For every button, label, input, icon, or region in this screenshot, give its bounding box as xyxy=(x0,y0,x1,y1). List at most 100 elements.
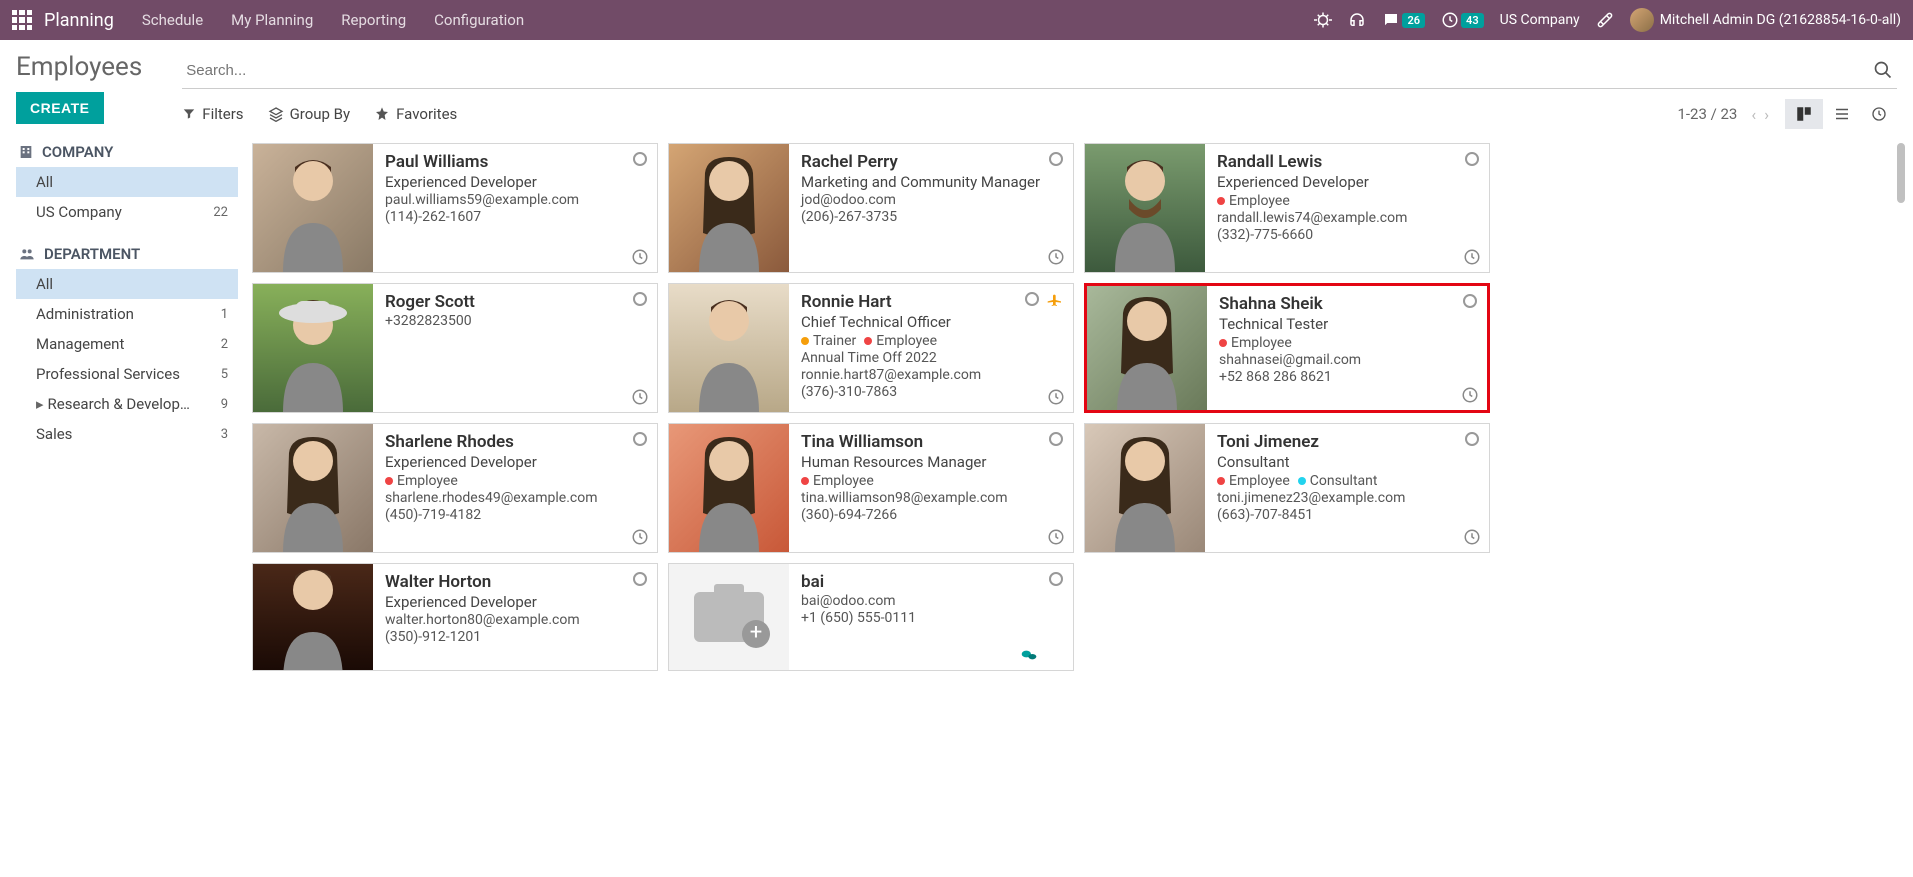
apps-icon[interactable] xyxy=(12,10,32,30)
status-circle[interactable] xyxy=(1463,294,1477,308)
search-bar xyxy=(182,52,1897,89)
employee-card[interactable]: Tina Williamson Human Resources Manager … xyxy=(668,423,1074,553)
employee-line: (376)-310-7863 xyxy=(801,384,1061,400)
employee-avatar xyxy=(1085,144,1205,272)
employee-tag: Employee xyxy=(1217,473,1290,489)
filter-row: Filters Group By Favorites 1-23 / 23 ‹ › xyxy=(182,89,1897,135)
employee-tag: Employee xyxy=(801,473,874,489)
status-circle[interactable] xyxy=(1049,152,1063,166)
activity-clock-icon[interactable] xyxy=(631,528,649,546)
activity-clock-icon[interactable] xyxy=(1461,386,1479,404)
employee-card[interactable]: Rachel Perry Marketing and Community Man… xyxy=(668,143,1074,273)
sidebar-department-item[interactable]: Management2 xyxy=(16,329,238,359)
tools-icon[interactable] xyxy=(1596,11,1614,29)
view-kanban[interactable] xyxy=(1785,99,1823,129)
employee-name: Shahna Sheik xyxy=(1219,294,1475,314)
bug-icon[interactable] xyxy=(1314,11,1332,29)
employee-avatar xyxy=(669,564,789,670)
employee-avatar xyxy=(1085,424,1205,552)
employee-line: (360)-694-7266 xyxy=(801,507,1061,523)
user-name: Mitchell Admin DG (21628854-16-0-all) xyxy=(1660,12,1901,28)
employee-avatar xyxy=(253,424,373,552)
scrollbar-thumb[interactable] xyxy=(1897,143,1905,203)
employee-card[interactable]: Paul Williams Experienced Developer paul… xyxy=(252,143,658,273)
employee-card[interactable]: Roger Scott +3282823500 xyxy=(252,283,658,413)
employee-card[interactable]: Ronnie Hart Chief Technical Officer Trai… xyxy=(668,283,1074,413)
filters-button[interactable]: Filters xyxy=(182,105,243,123)
view-activity[interactable] xyxy=(1861,99,1897,129)
sidebar-department-all[interactable]: All xyxy=(16,269,238,299)
activity-clock-icon[interactable] xyxy=(631,248,649,266)
favorites-button[interactable]: Favorites xyxy=(374,105,457,123)
status-circle[interactable] xyxy=(633,292,647,306)
employee-title: Experienced Developer xyxy=(385,453,645,471)
activity-clock-icon[interactable] xyxy=(1047,248,1065,266)
employee-line: (350)-912-1201 xyxy=(385,629,645,645)
activity-clock-icon[interactable] xyxy=(1047,528,1065,546)
create-button[interactable]: CREATE xyxy=(16,92,104,124)
chat-icon[interactable]: 26 xyxy=(1382,11,1425,29)
activity-clock-icon[interactable] xyxy=(631,388,649,406)
sidebar-department-item[interactable]: Administration1 xyxy=(16,299,238,329)
employee-name: Paul Williams xyxy=(385,152,645,172)
employee-line: walter.horton80@example.com xyxy=(385,612,645,628)
status-circle[interactable] xyxy=(633,432,647,446)
sidebar-company-all[interactable]: All xyxy=(16,167,238,197)
employee-avatar xyxy=(253,144,373,272)
nav-schedule[interactable]: Schedule xyxy=(142,11,203,29)
employee-line: (332)-775-6660 xyxy=(1217,227,1477,243)
status-circle[interactable] xyxy=(1049,572,1063,586)
activity-clock-icon[interactable] xyxy=(1463,528,1481,546)
sidebar-department-item[interactable]: Sales3 xyxy=(16,419,238,449)
employee-card[interactable]: Randall Lewis Experienced Developer Empl… xyxy=(1084,143,1490,273)
chat-icon[interactable] xyxy=(1019,648,1039,664)
employee-title: Experienced Developer xyxy=(1217,173,1477,191)
app-brand[interactable]: Planning xyxy=(44,10,114,31)
groupby-button[interactable]: Group By xyxy=(268,105,351,123)
employee-tag: Employee xyxy=(1217,193,1290,209)
employee-card[interactable]: Walter Horton Experienced Developer walt… xyxy=(252,563,658,671)
nav-my-planning[interactable]: My Planning xyxy=(231,11,313,29)
pager-next[interactable]: › xyxy=(1760,105,1773,124)
employee-name: Toni Jimenez xyxy=(1217,432,1477,452)
employee-avatar xyxy=(253,564,373,670)
status-circle[interactable] xyxy=(1465,152,1479,166)
clock-icon[interactable]: 43 xyxy=(1441,11,1484,29)
status-circle[interactable] xyxy=(1465,432,1479,446)
nav-reporting[interactable]: Reporting xyxy=(341,11,406,29)
status-circle[interactable] xyxy=(633,572,647,586)
activity-clock-icon[interactable] xyxy=(1463,248,1481,266)
employee-line: +52 868 286 8621 xyxy=(1219,369,1475,385)
employee-card[interactable]: Toni Jimenez Consultant EmployeeConsulta… xyxy=(1084,423,1490,553)
view-list[interactable] xyxy=(1823,99,1861,129)
employee-line: bai@odoo.com xyxy=(801,593,1061,609)
employee-card[interactable]: bai bai@odoo.com+1 (650) 555-0111 xyxy=(668,563,1074,671)
sidebar-department-item[interactable]: Professional Services5 xyxy=(16,359,238,389)
sidebar-company-item[interactable]: US Company22 xyxy=(16,197,238,227)
user-menu[interactable]: Mitchell Admin DG (21628854-16-0-all) xyxy=(1630,8,1901,32)
employee-tag: Employee xyxy=(864,333,937,349)
status-circle[interactable] xyxy=(1049,432,1063,446)
employee-line: (114)-262-1607 xyxy=(385,209,645,225)
activity-clock-icon[interactable] xyxy=(1047,388,1065,406)
employee-card[interactable]: Shahna Sheik Technical Tester Employee s… xyxy=(1084,283,1490,413)
employee-card[interactable]: Sharlene Rhodes Experienced Developer Em… xyxy=(252,423,658,553)
pager-prev[interactable]: ‹ xyxy=(1747,105,1760,124)
employee-line: ronnie.hart87@example.com xyxy=(801,367,1061,383)
employee-line: Annual Time Off 2022 xyxy=(801,350,1061,366)
sidebar: COMPANY All US Company22 DEPARTMENT All … xyxy=(16,143,246,681)
search-icon[interactable] xyxy=(1869,56,1897,84)
employee-name: Walter Horton xyxy=(385,572,645,592)
employee-name: Ronnie Hart xyxy=(801,292,1061,312)
page-title: Employees xyxy=(16,52,142,82)
top-nav: Planning Schedule My Planning Reporting … xyxy=(0,0,1913,40)
nav-configuration[interactable]: Configuration xyxy=(434,11,524,29)
headset-icon[interactable] xyxy=(1348,11,1366,29)
employee-line: paul.williams59@example.com xyxy=(385,192,645,208)
sidebar-department-item[interactable]: ▸Research & Develop…9 xyxy=(16,389,238,419)
company-switcher[interactable]: US Company xyxy=(1500,12,1580,28)
status-circle[interactable] xyxy=(633,152,647,166)
employee-tag: Trainer xyxy=(801,333,856,349)
search-input[interactable] xyxy=(182,58,1869,83)
status-circle[interactable] xyxy=(1025,292,1039,306)
